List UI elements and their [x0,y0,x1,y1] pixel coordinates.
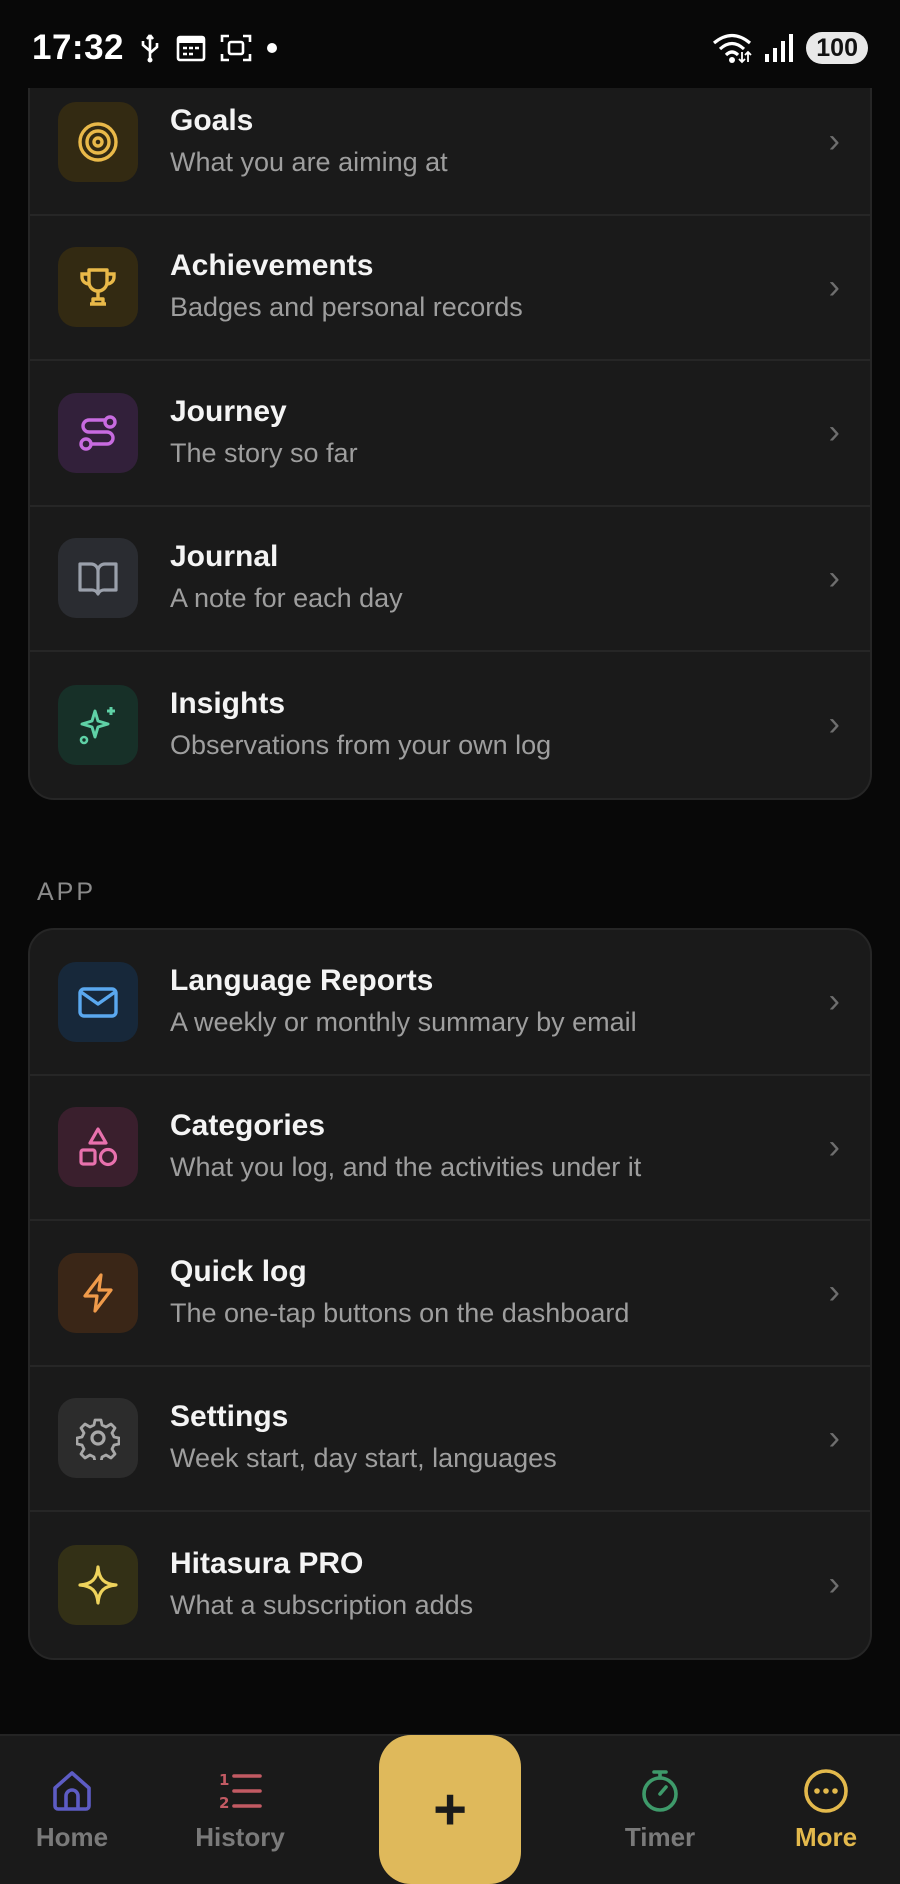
menu-row-insights[interactable]: Insights Observations from your own log … [30,652,870,798]
hitasura-pro-icon-tile [58,1544,138,1625]
stopwatch-icon [642,1770,678,1812]
categories-title: Categories [170,1109,326,1143]
journal-icon-tile [58,538,138,619]
quick-log-subtitle: The one-tap buttons on the dashboard [170,1297,630,1328]
goals-title: Goals [170,103,254,137]
settings-subtitle: Week start, day start, languages [170,1443,557,1474]
wifi-icon [712,32,752,64]
status-bar: 17:32 100 [0,0,900,96]
nav-home[interactable]: Home [2,1768,142,1853]
route-icon [79,415,117,451]
features-card: Goals What you are aiming at › Achieveme… [28,88,872,800]
settings-title: Settings [170,1400,289,1434]
trophy-icon [80,268,116,306]
hitasura-pro-subtitle: What a subscription adds [170,1589,474,1620]
menu-row-achievements[interactable]: Achievements Badges and personal records… [30,216,870,361]
shapes-icon [79,1127,118,1167]
language-reports-icon-tile [58,961,138,1042]
nav-history[interactable]: 12 History [170,1768,310,1853]
chevron-right-icon: › [828,1565,840,1604]
book-icon [78,562,118,596]
chevron-right-icon: › [828,1273,840,1312]
goals-subtitle: What you are aiming at [170,146,448,177]
chevron-right-icon: › [828,558,840,597]
menu-row-categories[interactable]: Categories What you log, and the activit… [30,1076,870,1221]
journey-subtitle: The story so far [170,437,358,468]
goals-icon-tile [58,101,138,182]
achievements-icon-tile [58,247,138,328]
chevron-right-icon: › [828,267,840,306]
quick-log-title: Quick log [170,1254,307,1288]
language-reports-subtitle: A weekly or monthly summary by email [170,1006,637,1037]
menu-row-language-reports[interactable]: Language Reports A weekly or monthly sum… [30,930,870,1076]
settings-icon-tile [58,1398,138,1479]
screenshot-icon [220,33,252,63]
calendar-icon [176,34,206,62]
insights-icon-tile [58,684,138,765]
journal-subtitle: A note for each day [170,583,403,614]
menu-row-quick-log[interactable]: Quick log The one-tap buttons on the das… [30,1221,870,1367]
chevron-right-icon: › [828,122,840,161]
nav-more[interactable]: More [756,1768,896,1853]
nav-history-label: History [195,1822,285,1852]
numbered-list-icon: 12 [219,1771,262,1812]
categories-icon-tile [58,1107,138,1188]
status-time: 17:32 [32,28,125,67]
signal-icon [764,33,794,63]
chevron-right-icon: › [828,982,840,1021]
menu-row-goals[interactable]: Goals What you are aiming at › [30,88,870,216]
hitasura-pro-title: Hitasura PRO [170,1546,364,1580]
bolt-icon [83,1273,113,1313]
svg-text:2: 2 [219,1794,229,1812]
nav-timer-label: Timer [624,1822,696,1852]
more-menu-scroll[interactable]: Goals What you are aiming at › Achieveme… [0,88,900,1734]
categories-subtitle: What you log, and the activities under i… [170,1152,642,1183]
plus-icon: + [433,1777,467,1842]
gear-icon [76,1418,120,1461]
menu-row-journey[interactable]: Journey The story so far › [30,361,870,507]
svg-text:1: 1 [219,1771,229,1789]
target-icon [78,122,118,162]
journal-title: Journal [170,540,279,574]
achievements-title: Achievements [170,249,374,283]
chevron-right-icon: › [828,413,840,452]
more-dots-icon [804,1769,848,1813]
nav-home-label: Home [35,1822,109,1852]
insights-title: Insights [170,686,286,720]
chevron-right-icon: › [828,1418,840,1457]
battery-indicator: 100 [806,32,868,64]
home-icon [53,1771,91,1811]
usb-icon [138,33,162,63]
menu-row-hitasura-pro[interactable]: Hitasura PRO What a subscription adds › [30,1512,870,1658]
journey-title: Journey [170,394,287,428]
achievements-subtitle: Badges and personal records [170,292,523,323]
nav-more-label: More [794,1822,858,1852]
insights-subtitle: Observations from your own log [170,729,552,760]
menu-row-settings[interactable]: Settings Week start, day start, language… [30,1367,870,1512]
dot-icon [266,42,278,54]
mail-icon [78,987,118,1018]
menu-row-journal[interactable]: Journal A note for each day › [30,507,870,652]
sparkle-icon [79,706,115,745]
chevron-right-icon: › [828,705,840,744]
app-card: Language Reports A weekly or monthly sum… [28,928,872,1660]
quick-log-icon-tile [58,1252,138,1333]
chevron-right-icon: › [828,1127,840,1166]
language-reports-title: Language Reports [170,963,434,997]
section-label-app: APP [37,878,97,906]
add-entry-button[interactable]: + [379,1735,521,1884]
journey-icon-tile [58,392,138,473]
nav-timer[interactable]: Timer [590,1768,730,1853]
star-sparkle-icon [78,1565,118,1605]
